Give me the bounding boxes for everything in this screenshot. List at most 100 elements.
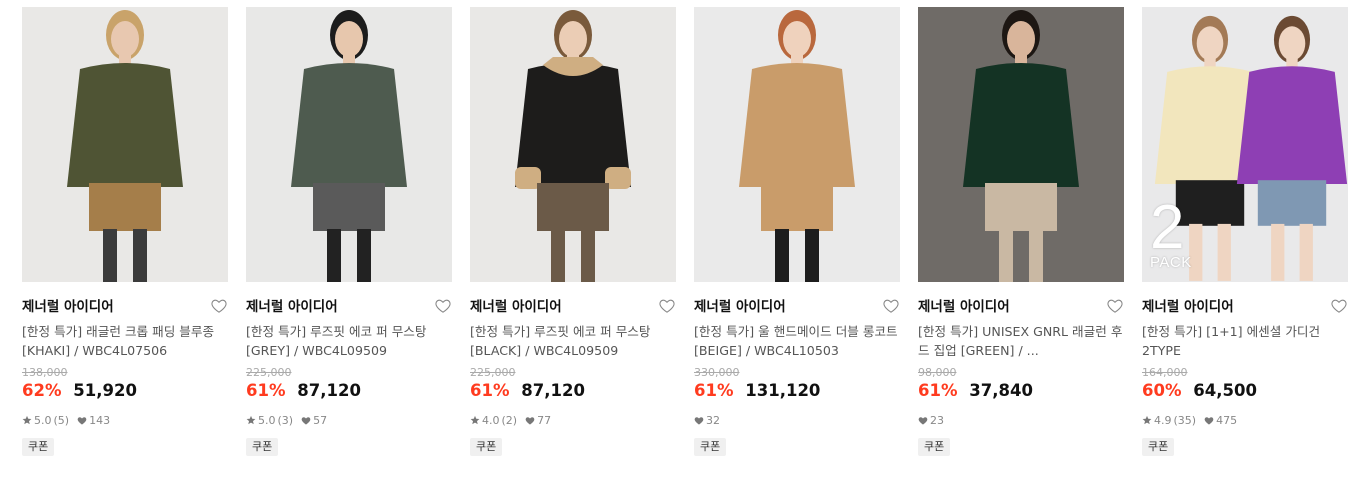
product-card[interactable]: 제너럴 아이디어 [한정 특가] 루즈핏 에코 퍼 무스탕 [BLACK] / … xyxy=(470,7,676,456)
brand-row: 제너럴 아이디어 xyxy=(22,295,228,315)
product-image[interactable]: 2 PACK xyxy=(1142,7,1348,282)
original-price: 138,000 xyxy=(22,366,68,379)
price-row: 61% 37,840 xyxy=(918,381,1124,403)
product-grid: 제너럴 아이디어 [한정 특가] 래글런 크롭 패딩 블루종 [KHAKI] /… xyxy=(22,7,1348,456)
review-count: (3) xyxy=(277,413,294,427)
likes: 475 xyxy=(1204,414,1237,427)
brand-name[interactable]: 제너럴 아이디어 xyxy=(246,295,338,315)
heart-filled-icon xyxy=(525,416,535,425)
star-icon xyxy=(1142,415,1152,425)
rating: 5.0 (3) xyxy=(246,414,293,427)
brand-name[interactable]: 제너럴 아이디어 xyxy=(694,295,786,315)
heart-outline-icon[interactable] xyxy=(210,296,228,314)
discount-rate: 61% xyxy=(246,381,286,400)
like-count: 77 xyxy=(537,413,552,427)
heart-filled-icon xyxy=(694,416,704,425)
like-count: 23 xyxy=(930,413,944,427)
brand-name[interactable]: 제너럴 아이디어 xyxy=(470,295,562,315)
product-title[interactable]: [한정 특가] [1+1] 에센셜 가디건 2TYPE xyxy=(1142,322,1348,360)
product-card[interactable]: 제너럴 아이디어 [한정 특가] 울 핸드메이드 더블 롱코트 [BEIGE] … xyxy=(694,7,900,456)
product-title[interactable]: [한정 특가] UNISEX GNRL 래글런 후드 집업 [GREEN] / … xyxy=(918,322,1124,360)
product-image[interactable] xyxy=(918,7,1124,282)
product-title[interactable]: [한정 특가] 루즈핏 에코 퍼 무스탕 [BLACK] / WBC4L0950… xyxy=(470,322,676,360)
sale-price: 51,920 xyxy=(73,381,137,400)
original-price: 330,000 xyxy=(694,366,740,379)
product-image[interactable] xyxy=(470,7,676,282)
rating-value: 5.0 xyxy=(258,413,276,427)
rating: 4.9 (35) xyxy=(1142,414,1196,427)
original-price: 225,000 xyxy=(246,366,292,379)
product-card[interactable]: 제너럴 아이디어 [한정 특가] 래글런 크롭 패딩 블루종 [KHAKI] /… xyxy=(22,7,228,456)
heart-filled-icon xyxy=(918,416,928,425)
star-icon xyxy=(22,415,32,425)
price-row: 61% 87,120 xyxy=(246,381,452,403)
sale-price: 131,120 xyxy=(745,381,821,400)
coupon-badge: 쿠폰 xyxy=(470,438,503,456)
product-meta: 5.0 (5) 143 xyxy=(22,413,228,427)
product-card[interactable]: 제너럴 아이디어 [한정 특가] UNISEX GNRL 래글런 후드 집업 [… xyxy=(918,7,1124,456)
rating-value: 5.0 xyxy=(34,413,52,427)
coupon-badge: 쿠폰 xyxy=(1142,438,1175,456)
brand-name[interactable]: 제너럴 아이디어 xyxy=(1142,295,1234,315)
product-title[interactable]: [한정 특가] 울 핸드메이드 더블 롱코트 [BEIGE] / WBC4L10… xyxy=(694,322,900,360)
product-meta: 32 xyxy=(694,413,900,427)
like-count: 475 xyxy=(1216,413,1238,427)
star-icon xyxy=(246,415,256,425)
sale-price: 64,500 xyxy=(1193,381,1257,400)
price-row: 61% 131,120 xyxy=(694,381,900,403)
discount-rate: 60% xyxy=(1142,381,1182,400)
brand-row: 제너럴 아이디어 xyxy=(246,295,452,315)
sale-price: 87,120 xyxy=(297,381,361,400)
pack-label: PACK xyxy=(1150,254,1192,271)
product-image[interactable] xyxy=(22,7,228,282)
heart-outline-icon[interactable] xyxy=(658,296,676,314)
rating-value: 4.0 xyxy=(482,413,500,427)
product-title[interactable]: [한정 특가] 래글런 크롭 패딩 블루종 [KHAKI] / WBC4L075… xyxy=(22,322,228,360)
heart-filled-icon xyxy=(77,416,87,425)
rating: 4.0 (2) xyxy=(470,414,517,427)
likes: 77 xyxy=(525,414,551,427)
product-meta: 5.0 (3) 57 xyxy=(246,413,452,427)
likes: 57 xyxy=(301,414,327,427)
discount-rate: 61% xyxy=(918,381,958,400)
sale-price: 87,120 xyxy=(521,381,585,400)
product-card[interactable]: 2 PACK 제너럴 아이디어 [한정 특가] [1+1] 에센셜 가디건 2TY… xyxy=(1142,7,1348,456)
product-card[interactable]: 제너럴 아이디어 [한정 특가] 루즈핏 에코 퍼 무스탕 [GREY] / W… xyxy=(246,7,452,456)
original-price: 164,000 xyxy=(1142,366,1188,379)
brand-row: 제너럴 아이디어 xyxy=(1142,295,1348,315)
heart-outline-icon[interactable] xyxy=(434,296,452,314)
heart-filled-icon xyxy=(1204,416,1214,425)
likes: 143 xyxy=(77,414,110,427)
brand-row: 제너럴 아이디어 xyxy=(470,295,676,315)
like-count: 143 xyxy=(89,413,111,427)
pack-badge: 2 PACK xyxy=(1150,193,1192,271)
price-row: 61% 87,120 xyxy=(470,381,676,403)
product-image[interactable] xyxy=(694,7,900,282)
review-count: (5) xyxy=(53,413,70,427)
brand-name[interactable]: 제너럴 아이디어 xyxy=(918,295,1010,315)
brand-name[interactable]: 제너럴 아이디어 xyxy=(22,295,114,315)
star-icon xyxy=(470,415,480,425)
likes: 32 xyxy=(694,414,720,427)
discount-rate: 62% xyxy=(22,381,62,400)
discount-rate: 61% xyxy=(470,381,510,400)
price-row: 60% 64,500 xyxy=(1142,381,1348,403)
discount-rate: 61% xyxy=(694,381,734,400)
original-price: 225,000 xyxy=(470,366,516,379)
review-count: (2) xyxy=(501,413,518,427)
coupon-badge: 쿠폰 xyxy=(918,438,951,456)
product-image[interactable] xyxy=(246,7,452,282)
heart-outline-icon[interactable] xyxy=(1330,296,1348,314)
product-title[interactable]: [한정 특가] 루즈핏 에코 퍼 무스탕 [GREY] / WBC4L09509 xyxy=(246,322,452,360)
product-meta: 4.9 (35) 475 xyxy=(1142,413,1348,427)
brand-row: 제너럴 아이디어 xyxy=(694,295,900,315)
heart-filled-icon xyxy=(301,416,311,425)
like-count: 32 xyxy=(706,413,720,427)
coupon-badge: 쿠폰 xyxy=(22,438,55,456)
rating: 5.0 (5) xyxy=(22,414,69,427)
heart-outline-icon[interactable] xyxy=(1106,296,1124,314)
rating-value: 4.9 xyxy=(1154,413,1172,427)
pack-number: 2 xyxy=(1150,193,1185,262)
sale-price: 37,840 xyxy=(969,381,1033,400)
heart-outline-icon[interactable] xyxy=(882,296,900,314)
